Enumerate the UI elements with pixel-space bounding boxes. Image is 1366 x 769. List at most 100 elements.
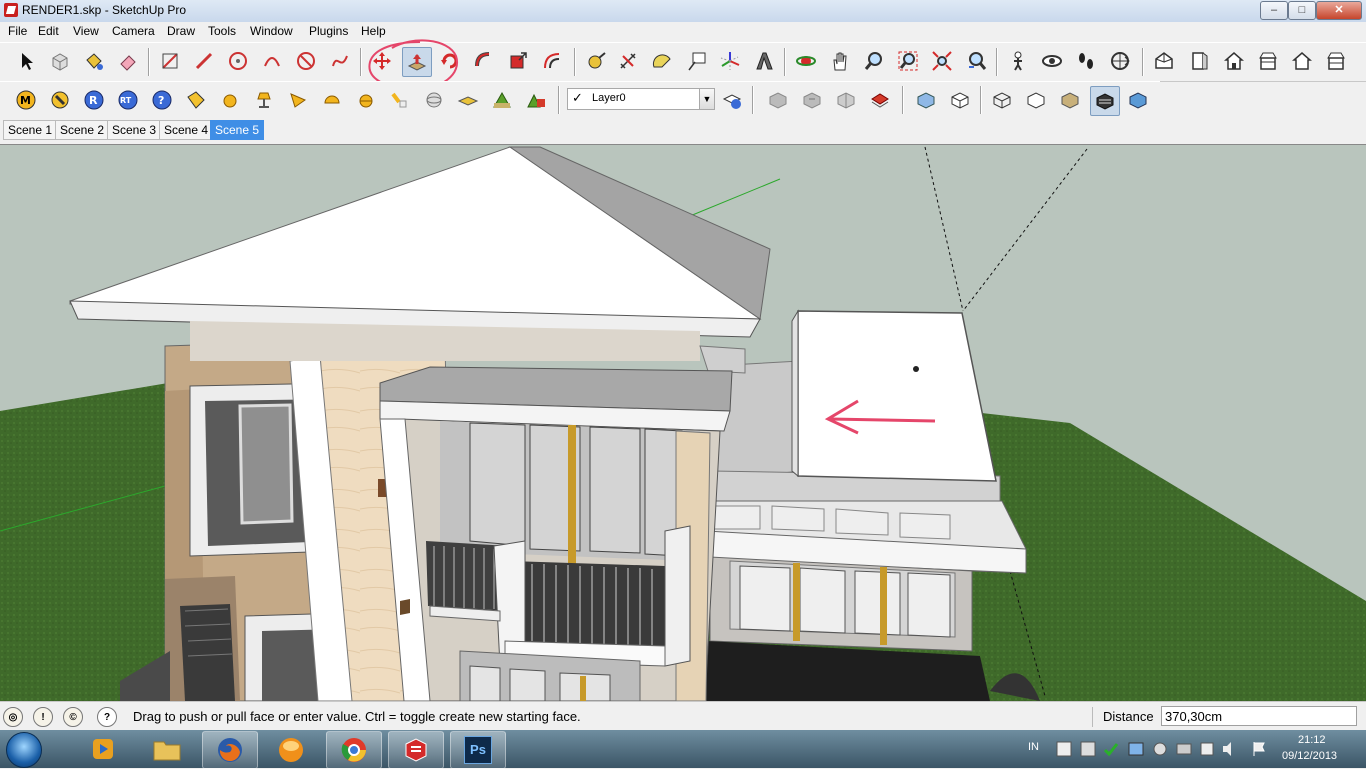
taskbar-orange-app[interactable] — [264, 731, 318, 767]
xray-icon[interactable] — [912, 86, 940, 114]
vray-plane-icon[interactable] — [454, 86, 482, 114]
menu-draw[interactable]: Draw — [167, 24, 195, 38]
vray-help-icon[interactable]: ? — [148, 86, 176, 114]
taskbar-explorer[interactable] — [140, 731, 194, 767]
menu-window[interactable]: Window — [250, 24, 293, 38]
styles-icon[interactable] — [832, 86, 860, 114]
monochrome-icon[interactable] — [1124, 86, 1152, 114]
text-icon[interactable] — [682, 47, 710, 75]
geo-location-icon[interactable]: ◎ — [3, 707, 23, 727]
sandbox-icon[interactable] — [866, 86, 894, 114]
3d-text-icon[interactable] — [750, 47, 778, 75]
measurements-input[interactable]: 370,30cm — [1161, 706, 1357, 726]
chevron-down-icon[interactable]: ▼ — [699, 89, 714, 109]
vray-materials-icon[interactable]: M — [12, 86, 40, 114]
zoom-icon[interactable] — [860, 47, 888, 75]
vray-rt-icon[interactable]: RT — [114, 86, 142, 114]
previous-view-icon[interactable] — [962, 47, 990, 75]
fog-icon[interactable] — [798, 86, 826, 114]
layer-manager-icon[interactable] — [718, 86, 746, 114]
vray-sphere-icon[interactable] — [420, 86, 448, 114]
taskbar-firefox[interactable] — [202, 731, 258, 769]
walk-icon[interactable] — [1072, 47, 1100, 75]
vray-options-icon[interactable] — [46, 86, 74, 114]
top-view-icon[interactable] — [1186, 47, 1214, 75]
omni-light-icon[interactable] — [216, 86, 244, 114]
taskbar-media-player[interactable] — [76, 731, 130, 767]
back-edges-icon[interactable] — [946, 86, 974, 114]
action-center-flag-icon[interactable] — [1250, 740, 1270, 758]
zoom-extents-icon[interactable] — [928, 47, 956, 75]
maximize-button[interactable]: □ — [1288, 1, 1316, 20]
position-camera-icon[interactable] — [1004, 47, 1032, 75]
front-view-icon[interactable] — [1220, 47, 1248, 75]
orbit-icon[interactable] — [792, 47, 820, 75]
component-icon[interactable] — [46, 47, 74, 75]
left-view-icon[interactable] — [1322, 47, 1350, 75]
look-around-icon[interactable] — [1038, 47, 1066, 75]
rect-light-icon[interactable] — [284, 86, 312, 114]
iso-view-icon[interactable] — [1150, 47, 1178, 75]
arc-icon[interactable] — [258, 47, 286, 75]
menu-camera[interactable]: Camera — [112, 24, 155, 38]
menu-edit[interactable]: Edit — [38, 24, 59, 38]
follow-me-icon[interactable] — [470, 47, 498, 75]
sketchup-app-icon[interactable] — [4, 3, 18, 17]
credits-icon[interactable]: ! — [33, 707, 53, 727]
taskbar-sketchup[interactable] — [388, 731, 444, 769]
spot-light-icon[interactable] — [250, 86, 278, 114]
shadows-icon[interactable] — [764, 86, 792, 114]
vray-render-icon[interactable]: R — [80, 86, 108, 114]
tape-measure-icon[interactable] — [582, 47, 610, 75]
right-view-icon[interactable] — [1254, 47, 1282, 75]
clock-date[interactable]: 09/12/2013 — [1282, 750, 1337, 762]
vray-fur-icon[interactable] — [522, 86, 550, 114]
start-button[interactable] — [6, 732, 42, 768]
help-icon[interactable]: ? — [97, 707, 117, 727]
tab-scene-3[interactable]: Scene 3 — [107, 120, 162, 140]
freehand-icon[interactable] — [326, 47, 354, 75]
taskbar-photoshop[interactable]: Ps — [450, 731, 506, 769]
paint-bucket-icon[interactable] — [80, 47, 108, 75]
vray-tag-icon[interactable] — [182, 86, 210, 114]
back-view-icon[interactable] — [1288, 47, 1316, 75]
line-icon[interactable] — [190, 47, 218, 75]
menu-plugins[interactable]: Plugins — [309, 24, 348, 38]
menu-view[interactable]: View — [73, 24, 99, 38]
close-button[interactable]: ✕ — [1316, 1, 1362, 20]
minimize-button[interactable]: – — [1260, 1, 1288, 20]
section-plane-icon[interactable] — [1106, 47, 1134, 75]
tab-scene-2[interactable]: Scene 2 — [55, 120, 110, 140]
wireframe-icon[interactable] — [988, 86, 1016, 114]
system-tray-icons[interactable] — [1055, 740, 1245, 758]
shaded-icon[interactable] — [1056, 86, 1084, 114]
model-viewport[interactable] — [0, 144, 1366, 701]
shaded-textures-icon[interactable] — [1090, 86, 1120, 116]
menu-file[interactable]: File — [8, 24, 27, 38]
ies-light-icon[interactable] — [386, 86, 414, 114]
layer-dropdown[interactable]: ✓ Layer0 ▼ — [567, 88, 715, 110]
tab-scene-1[interactable]: Scene 1 — [3, 120, 58, 140]
language-indicator[interactable]: IN — [1028, 741, 1039, 753]
sphere-light-icon[interactable] — [318, 86, 346, 114]
pan-icon[interactable] — [826, 47, 854, 75]
select-icon[interactable] — [12, 47, 40, 75]
taskbar-chrome[interactable] — [326, 731, 382, 769]
rectangle-icon[interactable] — [156, 47, 184, 75]
axes-icon[interactable] — [716, 47, 744, 75]
dome-light-icon[interactable] — [352, 86, 380, 114]
protractor-icon[interactable] — [648, 47, 676, 75]
polygon-icon[interactable] — [292, 47, 320, 75]
hidden-line-icon[interactable] — [1022, 86, 1050, 114]
scale-icon[interactable] — [504, 47, 532, 75]
clock-time[interactable]: 21:12 — [1298, 734, 1326, 746]
sign-in-icon[interactable]: © — [63, 707, 83, 727]
eraser-icon[interactable] — [114, 47, 142, 75]
menu-tools[interactable]: Tools — [208, 24, 236, 38]
vray-proxy-icon[interactable] — [488, 86, 516, 114]
zoom-window-icon[interactable] — [894, 47, 922, 75]
tab-scene-4[interactable]: Scene 4 — [159, 120, 214, 140]
tab-scene-5[interactable]: Scene 5 — [210, 120, 265, 140]
dimension-icon[interactable] — [614, 47, 642, 75]
circle-icon[interactable] — [224, 47, 252, 75]
